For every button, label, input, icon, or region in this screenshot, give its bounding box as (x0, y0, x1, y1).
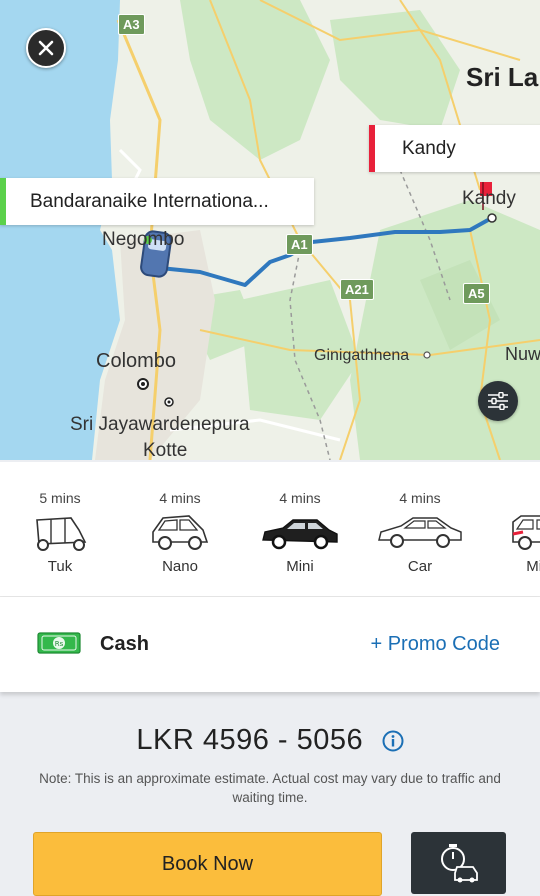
nano-car-icon (152, 515, 209, 550)
map-label-sri-jayawardenepura: Sri Jayawardenepura (70, 414, 250, 435)
close-icon (38, 40, 54, 56)
map-label-nuwara: Nuw (505, 344, 540, 364)
book-now-button[interactable]: Book Now (33, 832, 382, 896)
map-label-kandy: Kandy (462, 188, 516, 209)
map-filter-button[interactable] (478, 381, 518, 421)
vehicle-name: Mini (286, 558, 314, 575)
vehicle-name: Tuk (47, 558, 73, 575)
pickup-color-bar (0, 178, 6, 225)
vehicle-name: Nano (162, 558, 198, 575)
info-icon[interactable] (382, 730, 404, 752)
vehicle-eta: 5 mins (39, 490, 81, 506)
map-label-sri-lanka: Sri Lar (466, 62, 540, 92)
tuk-tuk-icon (36, 517, 87, 551)
drop-location-label[interactable]: Kandy (369, 125, 540, 172)
sliders-icon (488, 392, 508, 410)
vehicle-eta: 4 mins (399, 490, 441, 506)
road-shield-a1: A1 (286, 234, 313, 255)
map-label-colombo: Colombo (96, 350, 177, 372)
map-label-kotte: Kotte (143, 440, 188, 460)
payment-method-label[interactable]: Cash (100, 633, 149, 656)
svg-text:Rs: Rs (55, 640, 64, 648)
map-label-negombo: Negombo (102, 229, 185, 250)
map-label-ginigathhena: Ginigathhena (314, 347, 410, 364)
vehicle-name: Mini (526, 558, 540, 575)
fare-estimate: LKR 4596 - 5056 (0, 724, 540, 757)
road-shield-a3: A3 (118, 14, 145, 35)
payment-row: Rs Cash + Promo Code (0, 597, 540, 692)
route-map[interactable]: Negombo Colombo Sri Jayawardenepura Kott… (0, 0, 540, 460)
road-shield-a5: A5 (463, 283, 490, 304)
book-now-label: Book Now (161, 852, 254, 875)
mini-car-icon (262, 519, 338, 550)
schedule-ride-button[interactable] (411, 832, 506, 894)
cash-icon: Rs (37, 632, 81, 654)
minivan-icon (512, 515, 540, 550)
pickup-location-text: Bandaranaike Internationa... (30, 190, 269, 212)
promo-code-link[interactable]: + Promo Code (370, 633, 500, 656)
close-button[interactable] (26, 28, 66, 68)
fare-note: Note: This is an approximate estimate. A… (39, 771, 501, 805)
vehicle-name: Car (407, 558, 433, 575)
schedule-ride-icon (440, 844, 478, 883)
road-shield-a21: A21 (340, 279, 374, 300)
vehicle-selector: 5 mins Tuk 4 mins Nano 4 mins Mini 4 min… (0, 462, 540, 596)
drop-location-text: Kandy (402, 137, 456, 159)
pickup-location-label[interactable]: Bandaranaike Internationa... (0, 178, 314, 225)
map-background (0, 0, 540, 460)
vehicle-eta: 4 mins (159, 490, 201, 506)
vehicle-eta: 4 mins (279, 490, 321, 506)
drop-color-bar (369, 125, 375, 172)
sedan-car-icon (378, 517, 462, 548)
fare-amount: LKR 4596 - 5056 (136, 724, 364, 756)
